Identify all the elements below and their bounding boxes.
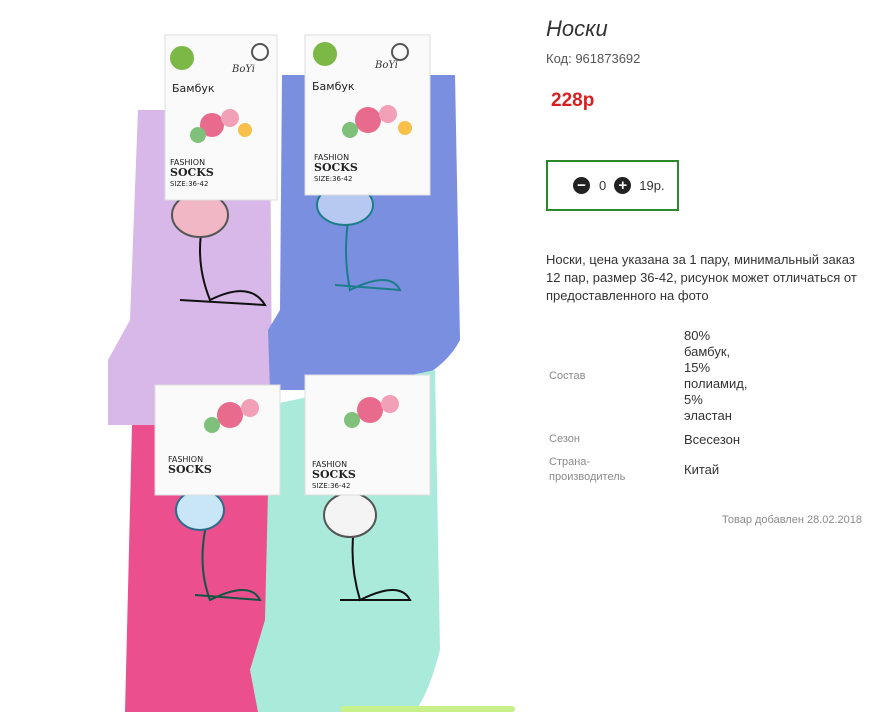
tag-socks-text-3: SOCKS [168,463,212,476]
added-date: Товар добавлен 28.02.2018 [722,514,863,526]
composition-line: полиамид, [684,376,748,391]
product-price: 228р [551,90,595,111]
tag-brand-text-1: Бамбук [172,82,215,95]
composition-line: эластан [684,408,732,423]
attr-composition-value: 80% бамбук, 15% полиамид, 5% эластан [684,328,747,424]
green-strip [340,706,515,712]
product-description: Носки, цена указана за 1 пару, минимальн… [546,252,857,303]
tag-socks-text-1: SOCKS [170,166,214,179]
tag-brand-text-2: Бамбук [312,80,355,93]
attr-composition-label: Состав [549,370,586,382]
product-image[interactable]: Бамбук Бамбук BoYi BoYi FASHION SOCKS SI… [100,30,520,712]
tag-logo-text-1: BoYi [231,64,255,75]
tag-bottom-left [154,384,281,496]
country-label-line: Страна- [549,456,591,468]
composition-line: 80% [684,328,711,343]
tag-socks-text-2: SOCKS [314,161,358,174]
tag-size-text-1: SIZE:36-42 [170,180,208,188]
plus-circle-icon[interactable]: + [614,177,632,194]
tag-logo-text-2: BoYi [374,60,398,71]
quantity-value[interactable]: 0 [599,178,606,193]
attr-season-label: Сезон [549,433,580,445]
tag-socks-text-4: SOCKS [312,468,356,481]
attr-country-value: Китай [684,462,720,477]
product-info: Носки Код: 961873692 228р − 0 + 19р. Нос… [546,0,874,712]
country-label-line: производитель [549,471,626,483]
quantity-stepper: − 0 + 19р. [546,160,679,211]
composition-line: 15% [684,360,711,375]
product-title: Носки [546,16,608,41]
tag-size-text-2: SIZE:36-42 [314,175,352,183]
attr-country-label: Страна- производитель [549,455,625,485]
product-code: Код: 961873692 [546,51,641,66]
composition-line: бамбук, [684,344,731,359]
tag-size-text-4: SIZE:36-42 [312,482,350,490]
unit-price: 19р. [639,178,665,193]
minus-circle-icon[interactable]: − [573,177,590,194]
composition-line: 5% [684,392,703,407]
attr-season-value: Всесезон [684,432,741,447]
